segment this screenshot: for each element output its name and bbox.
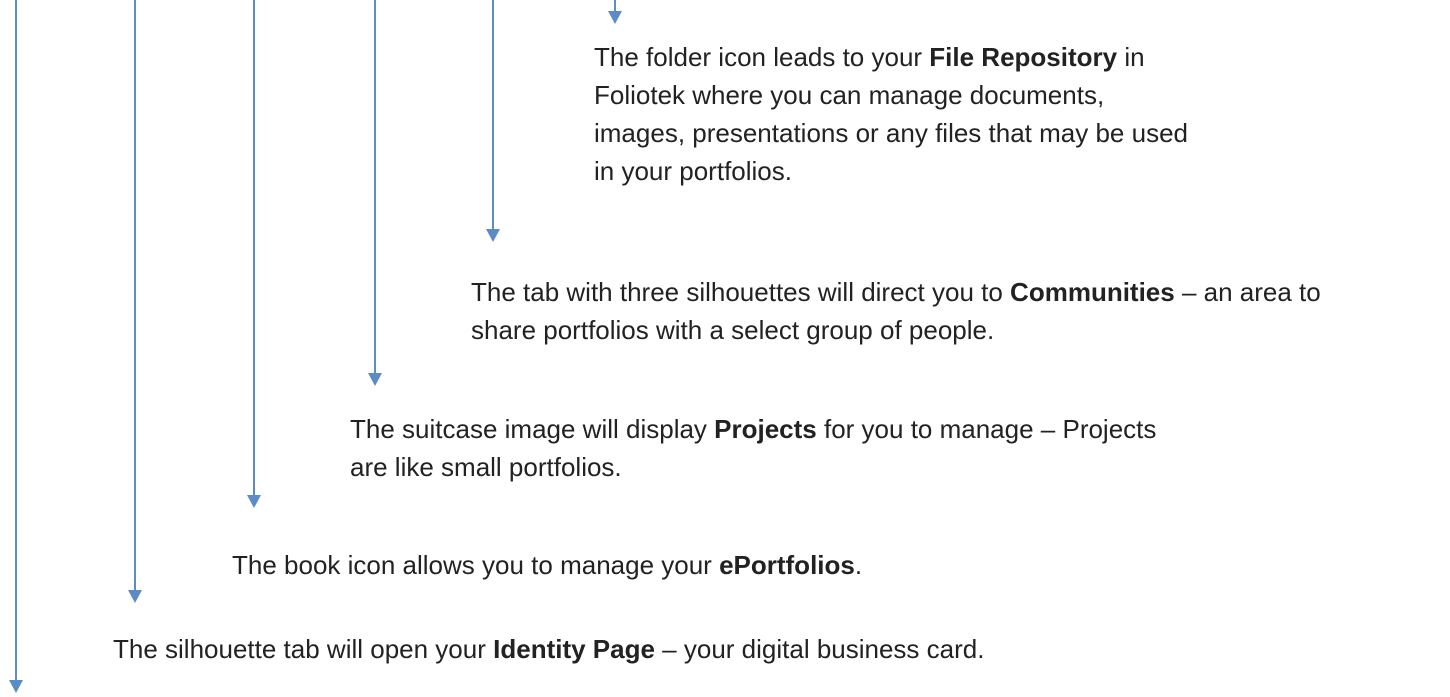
callout-communities: The tab with three silhouettes will dire… (471, 273, 1371, 349)
callout-file-repository: The folder icon leads to your File Repos… (594, 38, 1194, 190)
callout-projects: The suitcase image will display Projects… (350, 410, 1190, 486)
term-eportfolios: ePortfolios (719, 550, 855, 580)
callout-identity-page: The silhouette tab will open your Identi… (113, 630, 1213, 668)
callout-text-before: The folder icon leads to your (594, 42, 930, 72)
arrow-projects (247, 0, 261, 508)
arrow-communities (368, 0, 382, 386)
arrow-file-repository (486, 0, 500, 242)
term-projects: Projects (714, 414, 817, 444)
arrow-projects-head (247, 495, 261, 508)
callout-text-before: The tab with three silhouettes will dire… (471, 277, 1011, 307)
arrow-top-head (608, 11, 622, 24)
callout-text-after: . (854, 550, 863, 580)
arrow-identity (9, 0, 23, 693)
term-communities: Communities (1010, 277, 1175, 307)
callout-text-after: – your digital business card. (654, 634, 985, 664)
callout-text-before: The suitcase image will display (350, 414, 715, 444)
arrow-identity-head (9, 680, 23, 693)
arrow-eportfolios-head (128, 590, 142, 603)
callout-text-before: The silhouette tab will open your (113, 634, 494, 664)
arrow-file-repository-head (486, 229, 500, 242)
arrow-communities-head (368, 373, 382, 386)
callout-eportfolios: The book icon allows you to manage your … (232, 546, 1032, 584)
callout-text-before: The book icon allows you to manage your (232, 550, 720, 580)
arrow-eportfolios (128, 0, 142, 603)
arrow-top (608, 0, 622, 24)
term-file-repository: File Repository (929, 42, 1118, 72)
term-identity-page: Identity Page (493, 634, 655, 664)
